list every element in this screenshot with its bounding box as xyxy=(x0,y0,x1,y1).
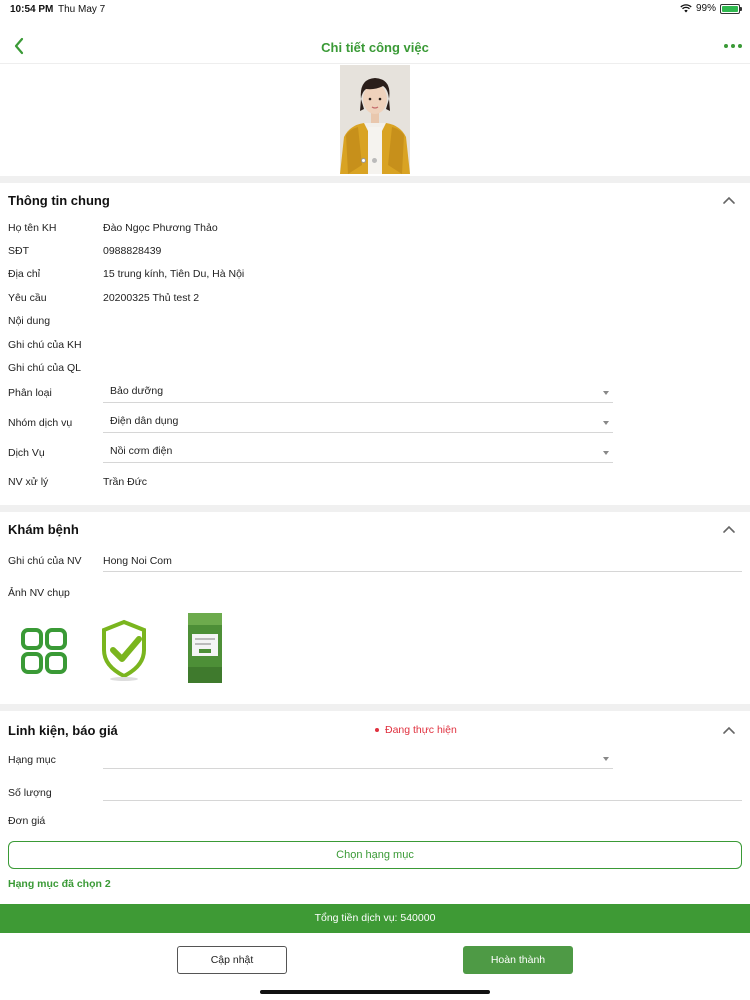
section-divider xyxy=(0,176,750,183)
choose-item-button[interactable]: Chọn hạng mục xyxy=(8,841,742,869)
section-divider xyxy=(0,505,750,512)
service-group-select[interactable]: Điện dân dụng xyxy=(103,411,613,433)
quantity-input[interactable] xyxy=(103,781,742,801)
status-right: 99% xyxy=(680,3,742,14)
diagnosis-section-header[interactable]: Khám bệnh xyxy=(0,514,750,544)
diagnosis-section-title: Khám bệnh xyxy=(8,522,79,537)
staff-label: NV xử lý xyxy=(8,476,49,488)
staff-photo-thumbnail[interactable] xyxy=(170,612,242,684)
caret-down-icon xyxy=(603,391,609,395)
category-label: Phân loại xyxy=(8,387,52,399)
phone-value: 0988828439 xyxy=(103,245,162,257)
phone-row: SĐT 0988828439 xyxy=(0,242,750,262)
address-label: Địa chỉ xyxy=(8,268,41,280)
wifi-icon xyxy=(680,4,692,13)
caret-down-icon xyxy=(603,451,609,455)
job-status-badge: Đang thực hiện xyxy=(375,724,457,736)
total-service-bar: Tổng tiền dịch vụ: 540000 xyxy=(0,904,750,933)
caret-down-icon xyxy=(603,421,609,425)
carousel-dot[interactable] xyxy=(361,158,366,163)
manager-note-label: Ghi chú của QL xyxy=(8,362,81,374)
shield-check-icon xyxy=(102,619,146,681)
staff-photos-label: Ảnh NV chụp xyxy=(8,587,70,599)
customer-name-value: Đào Ngọc Phương Thảo xyxy=(103,222,218,234)
customer-note-label: Ghi chú của KH xyxy=(8,339,82,351)
more-dots-icon xyxy=(724,44,728,48)
service-selected-value: Nồi cơm điện xyxy=(110,445,173,457)
item-select[interactable] xyxy=(103,747,613,769)
staff-photo-thumbnail[interactable] xyxy=(8,612,80,684)
staff-row: NV xử lý Trần Đức xyxy=(0,473,750,493)
job-status-text: Đang thực hiện xyxy=(385,724,457,736)
section-divider xyxy=(0,704,750,711)
staff-note-input[interactable]: Hong Noi Com xyxy=(103,552,742,572)
item-label: Hạng mục xyxy=(8,754,56,766)
parts-section-title: Linh kiện, báo giá xyxy=(8,723,118,738)
chevron-up-icon[interactable] xyxy=(722,193,736,207)
staff-note-label: Ghi chú của NV xyxy=(8,555,82,567)
home-indicator[interactable] xyxy=(260,990,490,994)
unit-price-row: Đơn giá xyxy=(0,812,750,832)
request-row: Yêu cầu 20200325 Thủ test 2 xyxy=(0,289,750,309)
customer-note-row: Ghi chú của KH xyxy=(0,336,750,356)
page-title: Chi tiết công việc xyxy=(321,40,429,55)
phone-screenshot-image xyxy=(188,613,222,683)
content-label: Nội dung xyxy=(8,315,51,327)
service-label: Dịch Vụ xyxy=(8,447,45,459)
status-date: Thu May 7 xyxy=(58,4,106,15)
request-value: 20200325 Thủ test 2 xyxy=(103,292,200,304)
address-value: 15 trung kính, Tiên Du, Hà Nội xyxy=(103,268,245,280)
address-row: Địa chỉ 15 trung kính, Tiên Du, Hà Nội xyxy=(0,265,750,285)
grid-apps-icon xyxy=(21,628,67,674)
customer-name-label: Họ tên KH xyxy=(8,222,57,234)
update-button[interactable]: Cập nhật xyxy=(177,946,287,974)
request-label: Yêu cầu xyxy=(8,292,47,304)
battery-percent: 99% xyxy=(695,3,716,14)
staff-note-value: Hong Noi Com xyxy=(103,555,172,567)
category-select[interactable]: Bảo dưỡng xyxy=(103,381,613,403)
status-bar: 10:54 PM Thu May 7 99% xyxy=(0,0,750,18)
manager-note-row: Ghi chú của QL xyxy=(0,359,750,379)
service-group-selected-value: Điện dân dụng xyxy=(110,415,179,427)
status-dot-icon xyxy=(375,728,379,732)
category-selected-value: Bảo dưỡng xyxy=(110,385,164,397)
general-section-header[interactable]: Thông tin chung xyxy=(0,185,750,215)
general-section-title: Thông tin chung xyxy=(8,193,110,208)
service-group-label: Nhóm dịch vụ xyxy=(8,417,73,429)
battery-icon xyxy=(720,3,742,14)
chevron-up-icon[interactable] xyxy=(722,522,736,536)
nav-bar: Chi tiết công việc xyxy=(0,28,750,64)
staff-value: Trần Đức xyxy=(103,476,147,488)
staff-photo-thumbnail[interactable] xyxy=(88,612,160,684)
carousel-dot[interactable] xyxy=(372,158,377,163)
unit-price-label: Đơn giá xyxy=(8,815,46,827)
service-select[interactable]: Nồi cơm điện xyxy=(103,441,613,463)
content-row: Nội dung xyxy=(0,312,750,332)
more-button[interactable] xyxy=(722,36,744,56)
chevron-up-icon[interactable] xyxy=(722,723,736,737)
complete-button[interactable]: Hoàn thành xyxy=(463,946,573,974)
chosen-items-count[interactable]: Hạng mục đã chọn 2 xyxy=(8,878,111,890)
phone-label: SĐT xyxy=(8,245,29,257)
status-time: 10:54 PM xyxy=(10,4,54,15)
carousel-indicator xyxy=(361,158,377,163)
quantity-label: Số lượng xyxy=(8,787,52,799)
staff-photos-row: Ảnh NV chụp xyxy=(0,584,750,604)
caret-down-icon xyxy=(603,757,609,761)
customer-name-row: Họ tên KH Đào Ngọc Phương Thảo xyxy=(0,219,750,239)
